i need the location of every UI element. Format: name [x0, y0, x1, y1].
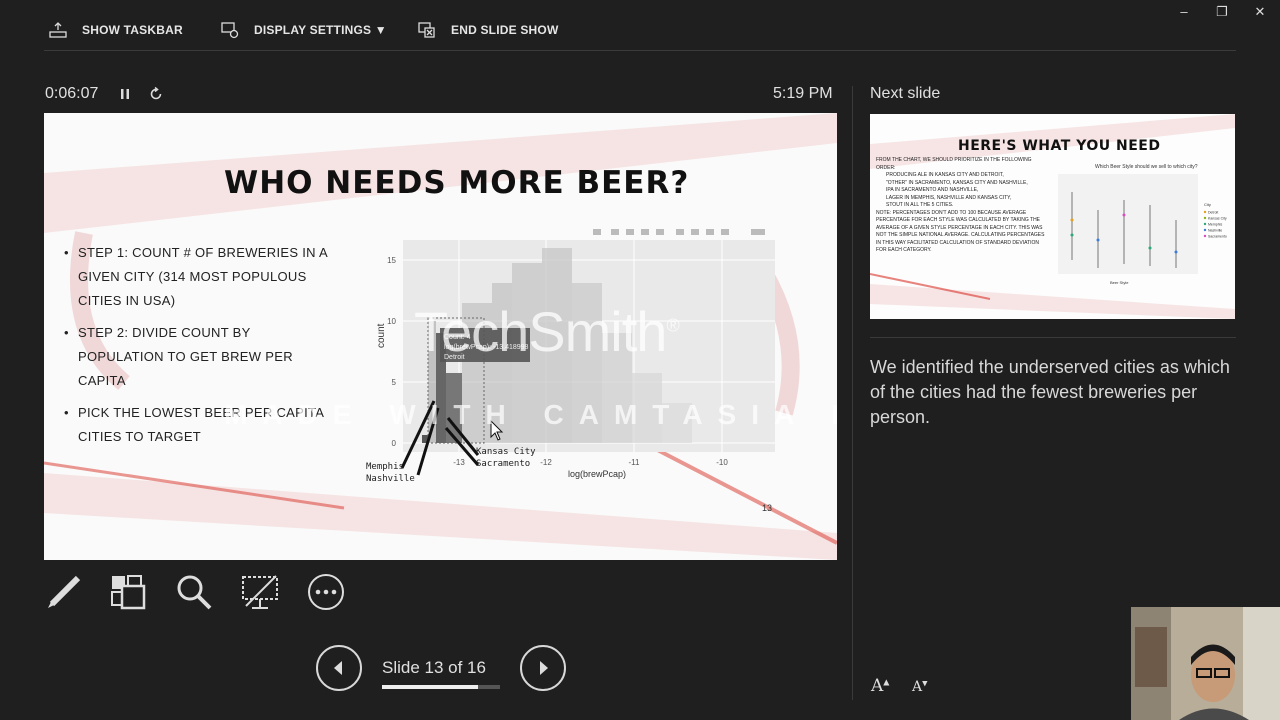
previous-slide-button[interactable]	[316, 645, 362, 691]
mini-chart-xlabel: Beer Style	[1110, 280, 1129, 285]
y-axis-label: count	[376, 323, 387, 348]
bullet-item: Step 2: divide count by population to ge…	[64, 321, 339, 393]
next-slide-mini-chart: Which Beer Style should we sell to which…	[1058, 164, 1227, 285]
thumb-line: Stout in all the 5 cities.	[886, 202, 954, 208]
presenter-toolbar: SHOW TASKBAR DISPLAY SETTINGS ▼ END SLID…	[0, 0, 1280, 56]
annotation-kansas-city: Kansas City	[476, 447, 536, 457]
display-settings-label: DISPLAY SETTINGS ▼	[254, 23, 387, 37]
elapsed-timer: 0:06:07	[45, 85, 99, 102]
clock: 5:19 PM	[773, 85, 833, 102]
slide-title: WHO NEEDS MORE BEER?	[224, 165, 690, 201]
thumb-line: IPA in Sacramento and Nashville,	[886, 187, 979, 193]
more-options-icon[interactable]	[306, 572, 346, 612]
watermark-reg: ®	[666, 315, 679, 336]
restart-timer-icon[interactable]	[148, 86, 164, 102]
increase-font-button[interactable]: A▲	[871, 676, 889, 696]
black-screen-icon[interactable]	[240, 572, 280, 612]
x-tick-label: -12	[540, 458, 552, 467]
slide-page-number: 13	[762, 503, 773, 513]
slide-progress-fill	[382, 685, 478, 689]
x-tick-label: -11	[629, 458, 641, 467]
display-settings-button[interactable]: DISPLAY SETTINGS ▼	[220, 20, 387, 40]
speaker-notes[interactable]: We identified the underserved cities as …	[870, 355, 1230, 430]
end-slide-show-button[interactable]: END SLIDE SHOW	[417, 20, 558, 40]
thumb-line: Lager in Memphis, Nashville and Kansas C…	[886, 194, 1012, 201]
y-tick-label: 5	[392, 378, 397, 387]
mini-legend-entry: Kansas City	[1208, 217, 1227, 221]
display-settings-icon	[221, 22, 239, 39]
x-axis-label: log(brewPcap)	[568, 469, 626, 479]
watermark-brand: TechSmith®	[414, 299, 680, 364]
y-tick-label: 10	[387, 317, 396, 326]
pen-icon[interactable]	[44, 572, 84, 612]
chart-modebar[interactable]	[593, 229, 765, 235]
thumb-line: From the chart, we should prioritize in …	[876, 157, 1032, 171]
close-button[interactable]: ✕	[1250, 4, 1270, 22]
notes-divider	[870, 337, 1236, 338]
mini-legend-entry: Sacramento	[1208, 235, 1227, 239]
watermark-brand-text: TechSmith	[414, 300, 667, 363]
pane-divider	[852, 86, 853, 700]
y-tick-label: 0	[392, 439, 397, 448]
webcam-video	[1131, 607, 1280, 720]
pause-icon[interactable]	[117, 86, 133, 102]
next-slide-title: HERE'S WHAT YOU NEED	[958, 138, 1161, 154]
y-tick-label: 15	[387, 256, 396, 265]
increase-font-label: A	[871, 676, 884, 696]
next-slide-button[interactable]	[520, 645, 566, 691]
slide-counter[interactable]: Slide 13 of 16	[382, 658, 486, 678]
annotation-memphis: Memphis	[366, 462, 404, 472]
annotation-sacramento: Sacramento	[476, 459, 530, 469]
taskbar-icon	[49, 22, 67, 38]
see-all-slides-icon[interactable]	[108, 572, 148, 612]
zoom-icon[interactable]	[174, 572, 214, 612]
next-slide-preview[interactable]: HERE'S WHAT YOU NEED From the chart, we …	[870, 114, 1235, 319]
watermark-trial: MADE WITH CAMTASIA FREE TRIAL	[224, 399, 837, 430]
mini-chart-title: Which Beer Style should we sell to which…	[1095, 164, 1198, 170]
mini-legend-entry: Memphis	[1208, 223, 1222, 227]
thumb-line: Producing Ale in Kansas City and Detroit…	[886, 172, 1004, 178]
mini-legend-entry: Detroit	[1208, 211, 1218, 215]
previous-arrow-icon	[334, 661, 342, 675]
x-tick-label: -13	[453, 458, 465, 467]
bullet-item: Step 1: count # of breweries in a given …	[64, 241, 339, 313]
toolbar-divider	[44, 50, 1236, 51]
next-slide-text: From the chart, we should prioritize in …	[876, 157, 1046, 255]
end-show-icon	[418, 22, 435, 38]
thumb-line: "Other" in Sacramento, Kansas City and N…	[886, 179, 1028, 186]
show-taskbar-button[interactable]: SHOW TASKBAR	[48, 20, 183, 40]
decrease-font-button[interactable]: A▼	[912, 679, 928, 695]
slide-navigation: Slide 13 of 16	[316, 645, 566, 691]
restore-button[interactable]: ❐	[1212, 4, 1232, 22]
annotation-nashville: Nashville	[366, 474, 415, 483]
current-slide[interactable]: WHO NEEDS MORE BEER? Step 1: count # of …	[44, 113, 837, 560]
next-slide-label: Next slide	[870, 85, 941, 102]
x-tick-label: -10	[716, 458, 728, 467]
end-slide-show-label: END SLIDE SHOW	[451, 23, 559, 37]
minimize-button[interactable]: –	[1174, 4, 1194, 22]
thumb-line: Note: percentages don't add to 100 becau…	[876, 209, 1045, 254]
webcam-overlay	[1131, 607, 1280, 720]
decrease-font-label: A	[912, 679, 923, 695]
next-arrow-icon	[540, 661, 548, 675]
slide-progress	[382, 685, 500, 689]
mini-legend-entry: Nashville	[1208, 229, 1222, 233]
mini-legend-title: City	[1204, 202, 1211, 207]
show-taskbar-label: SHOW TASKBAR	[82, 23, 183, 37]
